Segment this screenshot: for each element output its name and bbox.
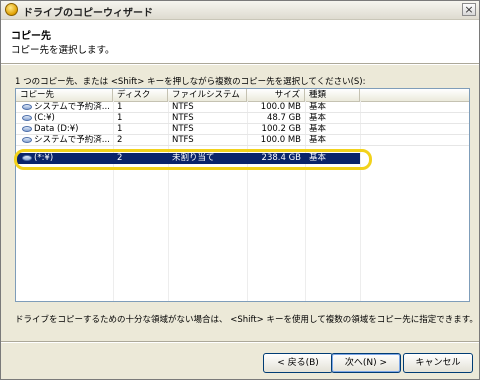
column-header-filesystem[interactable]: ファイルシステム <box>168 89 247 101</box>
cell-disk: 1 <box>117 124 123 134</box>
column-header-disk[interactable]: ディスク <box>113 89 168 101</box>
list-row[interactable]: システムで予約済... 2 NTFS 100.0 MB 基本 <box>16 135 469 146</box>
cell-destination: (C:¥) <box>34 113 55 123</box>
destination-list[interactable]: コピー先 ディスク ファイルシステム サイズ 種類 システムで予約済... 1 … <box>15 88 470 302</box>
list-row[interactable]: システムで予約済... 1 NTFS 100.0 MB 基本 <box>16 102 469 113</box>
header-title: コピー先 <box>11 31 51 42</box>
column-header-size[interactable]: サイズ <box>247 89 305 101</box>
cell-size: 100.0 MB <box>260 135 301 145</box>
footer-divider <box>1 341 479 343</box>
cell-destination: システムで予約済... <box>34 135 110 145</box>
back-button[interactable]: < 戻る(B) <box>263 353 333 373</box>
cell-size: 100.2 GB <box>261 124 301 134</box>
header-divider <box>1 64 479 65</box>
cell-filesystem: NTFS <box>172 113 194 123</box>
cancel-button[interactable]: キャンセル <box>403 353 473 373</box>
app-icon <box>5 3 18 16</box>
column-header-destination[interactable]: コピー先 <box>16 89 113 101</box>
cell-filesystem: NTFS <box>172 124 194 134</box>
cell-disk: 1 <box>117 102 123 112</box>
cell-type: 基本 <box>309 124 327 134</box>
cell-type: 基本 <box>309 113 327 123</box>
info-note: ドライブをコピーするための十分な領域がない場合は、 <Shift> キーを使用し… <box>15 315 478 325</box>
close-button[interactable]: × <box>462 3 476 16</box>
list-row[interactable]: (C:¥) 1 NTFS 48.7 GB 基本 <box>16 113 469 124</box>
window-title: ドライブのコピーウィザード <box>23 8 153 19</box>
cell-type: 基本 <box>309 135 327 145</box>
list-row[interactable]: Data (D:¥) 1 NTFS 100.2 GB 基本 <box>16 124 469 135</box>
next-button[interactable]: 次へ(N) > <box>331 353 401 373</box>
cell-filesystem: NTFS <box>172 102 194 112</box>
wizard-header: コピー先 コピー先を選択します。 <box>1 20 479 64</box>
selection-highlight-annotation <box>14 149 372 170</box>
cell-size: 48.7 GB <box>266 113 301 123</box>
instruction-label: 1 つのコピー先、または <Shift> キーを押しながら複数のコピー先を選択し… <box>15 77 366 87</box>
list-header: コピー先 ディスク ファイルシステム サイズ 種類 <box>16 89 469 102</box>
cell-type: 基本 <box>309 102 327 112</box>
cell-disk: 2 <box>117 135 123 145</box>
title-bar[interactable]: ドライブのコピーウィザード × <box>1 1 479 20</box>
header-subtitle: コピー先を選択します。 <box>11 45 115 56</box>
cell-filesystem: NTFS <box>172 135 194 145</box>
cell-destination: Data (D:¥) <box>34 124 79 134</box>
column-header-type[interactable]: 種類 <box>305 89 360 101</box>
cell-destination: システムで予約済... <box>34 102 110 112</box>
copy-drive-wizard-window: ドライブのコピーウィザード × コピー先 コピー先を選択します。 1 つのコピー… <box>0 0 480 380</box>
cell-disk: 1 <box>117 113 123 123</box>
cell-size: 100.0 MB <box>260 102 301 112</box>
